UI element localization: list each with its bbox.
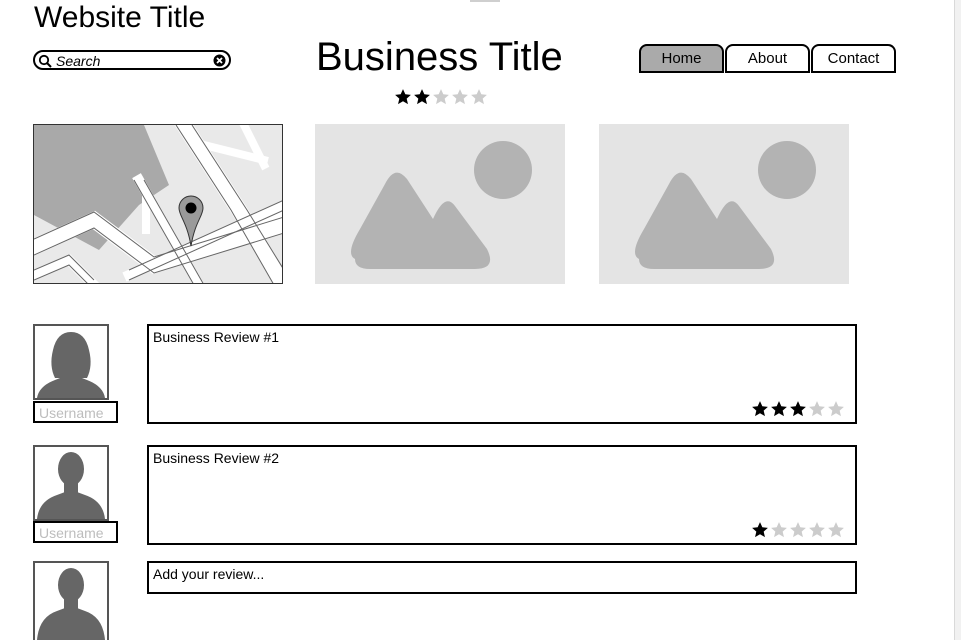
top-handle: [470, 0, 500, 2]
male-user-icon: [37, 452, 105, 519]
review-text-1: Business Review #1: [153, 329, 280, 345]
map-view[interactable]: [33, 124, 283, 284]
star-empty-icon: [451, 88, 469, 106]
username-field-1[interactable]: Username: [33, 401, 118, 423]
star-filled-icon: [394, 88, 412, 106]
tab-about[interactable]: About: [725, 44, 810, 73]
search-input[interactable]: [56, 53, 206, 68]
star-filled-icon: [413, 88, 431, 106]
star-empty-icon: [432, 88, 450, 106]
review-text-2: Business Review #2: [153, 450, 280, 466]
male-user-icon: [37, 568, 105, 640]
star-filled-icon: [751, 400, 769, 418]
image-icon: [351, 141, 532, 269]
tab-contact[interactable]: Contact: [811, 44, 896, 73]
star-filled-icon: [770, 400, 788, 418]
star-empty-icon: [827, 521, 845, 539]
scrollbar-track[interactable]: [954, 0, 961, 640]
review-card-1: Business Review #1: [147, 324, 857, 424]
business-rating: [394, 88, 488, 106]
tab-home[interactable]: Home: [639, 44, 724, 73]
main-nav: Home About Contact: [639, 44, 897, 73]
add-review-input[interactable]: Add your review...: [147, 561, 857, 594]
star-empty-icon: [808, 400, 826, 418]
reviewer-avatar-2: [33, 445, 109, 521]
search-box[interactable]: [33, 50, 231, 70]
reviewer-avatar-1: [33, 324, 109, 400]
star-filled-icon: [751, 521, 769, 539]
image-placeholder-1: [315, 124, 565, 284]
star-empty-icon: [789, 521, 807, 539]
clear-search-icon[interactable]: [213, 54, 226, 67]
current-user-avatar: [33, 561, 109, 640]
star-empty-icon: [808, 521, 826, 539]
map-icon: [34, 125, 282, 283]
star-empty-icon: [827, 400, 845, 418]
website-title: Website Title: [34, 1, 206, 34]
review-card-2: Business Review #2: [147, 445, 857, 545]
female-user-icon: [37, 332, 105, 398]
star-filled-icon: [789, 400, 807, 418]
star-empty-icon: [770, 521, 788, 539]
image-placeholder-2: [599, 124, 849, 284]
search-icon: [38, 54, 52, 68]
username-field-2[interactable]: Username: [33, 521, 118, 543]
image-icon: [635, 141, 816, 269]
star-empty-icon: [470, 88, 488, 106]
add-review-placeholder: Add your review...: [153, 566, 265, 582]
review-rating-1: [751, 400, 845, 418]
business-title: Business Title: [316, 35, 563, 79]
review-rating-2: [751, 521, 845, 539]
